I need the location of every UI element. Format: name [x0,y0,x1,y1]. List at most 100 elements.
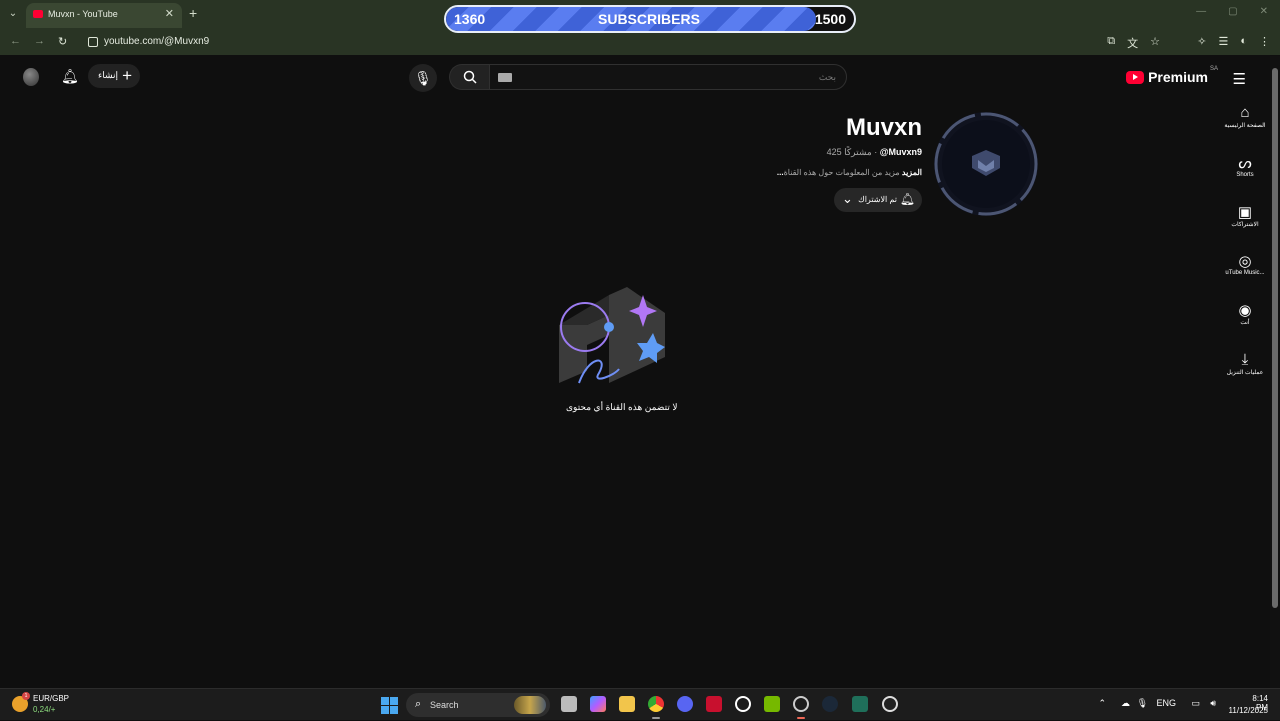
new-tab-icon[interactable]: + [189,5,197,21]
browser-tab[interactable]: Muvxn - YouTube ✕ [26,3,182,28]
guide-label: Shorts [1236,172,1254,178]
taskbar-search-label: Search [430,700,459,710]
url-text[interactable]: youtube.com/@Muvxn9 [104,36,209,47]
guide-item-home[interactable]: ⌂ الصفحة الرئيسية [1220,104,1270,129]
channel-description[interactable]: ...المزيد مزيد من المعلومات حول هذه القن… [777,168,922,177]
guide-item-youtube-music[interactable]: ◎ uTube Music... [1220,252,1270,276]
bell-icon: 🔔︎ [899,192,915,206]
youtube-page: 🔔︎ إنشاء + 🎙︎ بحث Premium SA ☰ ⌂ الصفحة … [0,56,1270,688]
terminal-icon[interactable] [852,696,868,712]
site-info-icon[interactable] [88,37,98,47]
search-placeholder: بحث [818,72,836,82]
clock-date[interactable]: 11/12/2025 [1229,706,1268,715]
volume-icon[interactable]: 🔊︎ [1210,698,1216,709]
keyboard-icon[interactable] [498,73,512,82]
steam-icon[interactable] [822,696,838,712]
logo-text: Premium [1148,69,1208,85]
create-button[interactable]: إنشاء + [88,64,140,88]
obs-active-indicator [797,717,805,719]
empty-state-message: لا تتضمن هذه القناة أي محتوى [566,402,678,412]
search-button[interactable] [449,64,489,90]
discord-icon[interactable] [677,696,693,712]
omnibox[interactable]: youtube.com/@Muvxn9 ⧉ 文 ☆ [80,32,1200,52]
youtube-favicon-icon [33,10,43,18]
subscribed-button[interactable]: ⌄ تم الاشتراك 🔔︎ [834,188,922,212]
extensions-icon[interactable]: ✧ [1197,35,1206,48]
minimize-icon[interactable]: — [1196,6,1206,17]
browser-menu-icon[interactable]: ⋮ [1259,35,1270,48]
tab-search-chevron-icon[interactable]: ⌄ [4,5,22,23]
guide-label: الصفحة الرئيسية [1224,123,1266,129]
channel-avatar[interactable] [932,110,1040,218]
language-indicator[interactable]: ENG [1156,698,1176,708]
logitech-icon[interactable] [882,696,898,712]
subscriber-current: 1360 [454,11,486,27]
forward-icon[interactable]: → [34,35,45,47]
guide-item-subscriptions[interactable]: ▣ الاشتراكات [1220,203,1270,228]
search-input[interactable]: بحث [489,64,847,90]
reload-icon[interactable]: ↻ [58,35,67,48]
channel-meta: 425 مشتركًا · @Muvxn9 [827,147,922,158]
app-ring-icon[interactable] [735,696,751,712]
subscriber-target: 1500 [814,11,846,27]
tab-title: Muvxn - YouTube [48,9,118,19]
guide-label: أنت [1240,320,1250,326]
file-explorer-icon[interactable] [619,696,635,712]
obs-icon[interactable] [793,696,809,712]
subscriber-count: 425 مشتركًا [826,147,872,157]
reading-list-icon[interactable]: ☰ [1218,35,1228,48]
create-label: إنشاء [98,70,119,80]
region-code: SA [1209,66,1218,72]
channel-handle: @Muvxn9 [879,147,922,157]
guide-label: الاشتراكات [1231,222,1259,228]
nvidia-icon[interactable] [764,696,780,712]
widget-badge: 1 [22,692,30,700]
chrome-icon[interactable] [648,696,664,712]
network-icon[interactable]: ▭ [1191,698,1200,709]
page-scrollbar[interactable] [1270,56,1280,688]
subscriber-goal-bar: 1360 SUBSCRIBERS 1500 [444,5,856,33]
address-bar-row: ← → ↻ youtube.com/@Muvxn9 ⧉ 文 ☆ [0,30,1280,55]
search-icon [463,70,477,84]
window-controls: — ▢ ✕ [1196,6,1268,17]
onedrive-icon[interactable]: ☁ [1121,698,1130,709]
copilot-icon[interactable] [590,696,606,712]
shorts-icon: ᔕ [1238,155,1252,172]
scrollbar-thumb[interactable] [1272,68,1278,608]
description-text: مزيد من المعلومات حول هذه القناة [783,168,900,177]
youtube-premium-logo[interactable]: Premium [1126,69,1208,85]
guide-item-you[interactable]: ◉ أنت [1220,301,1270,326]
start-windows-icon[interactable] [381,697,398,714]
guide-menu-icon[interactable]: ☰ [1233,70,1246,88]
plus-icon: + [122,66,132,85]
tray-overflow-icon[interactable]: ⌃ [1098,698,1106,709]
cast-icon[interactable]: ⧉ [1107,35,1115,51]
chrome-active-indicator [652,717,660,719]
youtube-logo-icon [1126,70,1145,84]
bookmark-star-icon[interactable]: ☆ [1150,35,1160,51]
profile-icon[interactable]: ◐ [1240,35,1247,48]
account-avatar[interactable] [23,68,39,86]
task-view-icon[interactable] [561,696,577,712]
widget-pair[interactable]: EUR/GBP [33,694,69,703]
back-icon[interactable]: ← [10,35,21,47]
widget-value[interactable]: 0,24/+ [33,705,55,714]
you-icon: ◉ [1238,302,1252,319]
netflix-icon[interactable] [706,696,722,712]
home-icon: ⌂ [1240,104,1250,121]
search-highlight-image [514,696,546,714]
notifications-bell-icon[interactable]: 🔔︎ [61,68,79,85]
browser-toolbar: ✧ ☰ ◐ ⋮ [1197,35,1270,48]
chevron-down-icon: ⌄ [842,191,853,206]
voice-search-mic-icon[interactable]: 🎙︎ [409,64,437,92]
downloads-icon: ⤓ [1241,351,1249,368]
guide-item-shorts[interactable]: ᔕ Shorts [1220,154,1270,178]
subscriptions-icon: ▣ [1237,204,1253,221]
taskbar-search[interactable]: ⌕ Search [406,693,550,717]
microphone-icon[interactable]: 🎙︎ [1137,698,1148,709]
guide-item-downloads[interactable]: ⤓ عمليات التنزيل [1220,351,1270,376]
translate-icon[interactable]: 文 [1127,35,1138,51]
maximize-icon[interactable]: ▢ [1228,6,1237,17]
tab-close-icon[interactable]: ✕ [165,7,174,20]
close-window-icon[interactable]: ✕ [1260,6,1268,17]
